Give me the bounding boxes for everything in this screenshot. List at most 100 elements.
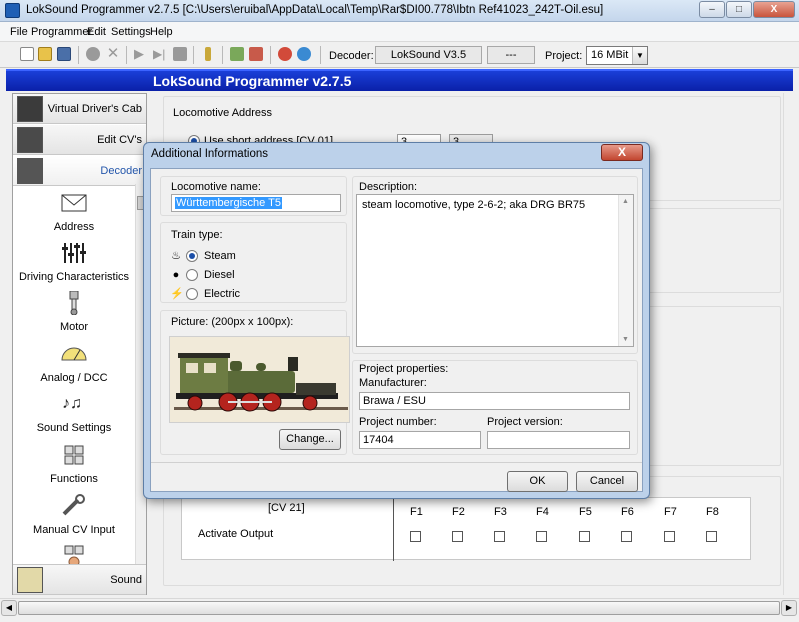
- sliders-icon: [62, 243, 86, 263]
- dialog-title: Additional Informations: [151, 148, 268, 160]
- diesel-label: Diesel: [204, 269, 235, 281]
- sidebar-item-functions[interactable]: Functions: [13, 443, 135, 485]
- connect-icon[interactable]: [278, 47, 292, 61]
- sidebar-edit-cvs[interactable]: Edit CV's: [13, 125, 146, 155]
- step-icon[interactable]: ▶|: [153, 47, 167, 61]
- steam-icon: ♨: [171, 250, 181, 262]
- locomotive-image: [170, 337, 349, 422]
- envelope-icon: [61, 194, 87, 212]
- additional-info-dialog: Additional Informations X Locomotive nam…: [143, 142, 650, 499]
- locomotive-picture: [169, 336, 350, 423]
- steam-label: Steam: [204, 250, 236, 262]
- diesel-radio[interactable]: [186, 269, 198, 281]
- project-size-select[interactable]: 16 MBit ▼: [586, 46, 648, 65]
- menu-bar: File Programmer Edit Settings Help: [0, 22, 799, 42]
- sidebar-item-manual-cv[interactable]: Manual CV Input: [13, 494, 135, 536]
- sidebar-item-analog-dcc[interactable]: Analog / DCC: [13, 342, 135, 384]
- open-folder-icon[interactable]: [38, 47, 52, 61]
- steam-radio[interactable]: [186, 250, 198, 262]
- address-section-title: Locomotive Address: [173, 107, 273, 119]
- f6-header: F6: [621, 506, 634, 518]
- scroll-down-icon[interactable]: ▼: [622, 336, 629, 343]
- cancel-button[interactable]: Cancel: [576, 471, 638, 492]
- play-icon[interactable]: ▶: [134, 47, 148, 61]
- sidebar-item-address[interactable]: Address: [13, 191, 135, 233]
- f5-header: F5: [579, 506, 592, 518]
- manufacturer-label: Manufacturer:: [359, 377, 427, 389]
- f2-checkbox[interactable]: [452, 531, 463, 542]
- wrench-icon: [62, 494, 85, 516]
- description-textarea[interactable]: steam locomotive, type 2-6-2; aka DRG BR…: [356, 194, 634, 347]
- main-scrollbar[interactable]: [783, 93, 795, 595]
- sidebar-label: Sound Settings: [36, 422, 112, 434]
- toolbar-separator: [78, 46, 79, 64]
- f4-checkbox[interactable]: [536, 531, 547, 542]
- menu-edit[interactable]: Edit: [87, 26, 106, 38]
- dialog-body: Locomotive name: Württembergische T5 Tra…: [150, 168, 643, 492]
- f8-checkbox[interactable]: [706, 531, 717, 542]
- sidebar-item-motor[interactable]: Motor: [13, 290, 135, 333]
- motor-icon: [69, 290, 79, 316]
- binary-thumbnail-icon: [17, 127, 43, 153]
- electric-label: Electric: [204, 288, 241, 300]
- project-version-input[interactable]: [487, 431, 630, 449]
- f2-header: F2: [452, 506, 465, 518]
- svg-text:♪♫: ♪♫: [62, 395, 82, 412]
- electric-radio[interactable]: [186, 288, 198, 300]
- menu-settings[interactable]: Settings: [111, 26, 151, 38]
- f5-checkbox[interactable]: [579, 531, 590, 542]
- minimize-button[interactable]: –: [699, 1, 725, 18]
- f1-header: F1: [410, 506, 423, 518]
- ok-button[interactable]: OK: [507, 471, 568, 492]
- project-version-label: Project version:: [487, 416, 563, 428]
- sound-thumbnail-icon: [17, 567, 43, 593]
- sidebar-label: Decoder: [100, 165, 142, 177]
- write-icon[interactable]: [249, 47, 263, 61]
- save-icon[interactable]: [57, 47, 71, 61]
- activate-output-label: Activate Output: [198, 528, 274, 540]
- sidebar-virtual-cab[interactable]: Virtual Driver's Cab: [13, 94, 146, 124]
- read-icon[interactable]: [230, 47, 244, 61]
- stop-sign-icon[interactable]: [86, 47, 100, 61]
- toolbar-separator: [320, 46, 321, 64]
- horizontal-scroll-thumb[interactable]: [18, 601, 780, 615]
- f6-checkbox[interactable]: [621, 531, 632, 542]
- menu-file[interactable]: File: [10, 26, 28, 38]
- sidebar-item-sound-settings[interactable]: ♪♫ Sound Settings: [13, 392, 135, 434]
- scroll-left-icon[interactable]: ◀: [1, 600, 17, 616]
- f7-checkbox[interactable]: [664, 531, 675, 542]
- scroll-right-icon[interactable]: ▶: [781, 600, 797, 616]
- sidebar-decoder[interactable]: Decoder: [13, 156, 146, 186]
- dialog-divider: [151, 462, 642, 463]
- new-file-icon[interactable]: [20, 47, 34, 61]
- f3-checkbox[interactable]: [494, 531, 505, 542]
- f3-header: F3: [494, 506, 507, 518]
- menu-help[interactable]: Help: [150, 26, 173, 38]
- dialog-close-button[interactable]: X: [601, 144, 643, 161]
- sidebar-sound[interactable]: Sound: [13, 564, 146, 595]
- sidebar-label: Edit CV's: [97, 134, 142, 146]
- music-note-icon: ♪♫: [62, 395, 82, 412]
- network-icon[interactable]: [297, 47, 311, 61]
- description-scrollbar[interactable]: ▲ ▼: [618, 195, 633, 346]
- project-number-input[interactable]: 17404: [359, 431, 481, 449]
- sidebar-label: Analog / DCC: [40, 372, 108, 384]
- app-icon: [5, 3, 20, 18]
- sidebar-label: Motor: [59, 321, 89, 333]
- cancel-x-icon[interactable]: ✕: [106, 46, 120, 61]
- menu-programmer[interactable]: Programmer: [31, 26, 92, 38]
- loco-name-input[interactable]: Württembergische T5: [171, 194, 341, 212]
- maximize-button[interactable]: □: [726, 1, 752, 18]
- manufacturer-input[interactable]: Brawa / ESU: [359, 392, 630, 410]
- description-text: steam locomotive, type 2-6-2; aka DRG BR…: [362, 199, 586, 211]
- horizontal-scrollbar[interactable]: ◀ ▶: [0, 598, 799, 616]
- wrench-icon[interactable]: [205, 47, 211, 61]
- sidebar-item-driving[interactable]: Driving Characteristics: [13, 241, 135, 283]
- train-type-group: Train type: ♨ Steam ● Diesel ⚡ Electric: [160, 222, 347, 303]
- stop-icon[interactable]: [173, 47, 187, 61]
- change-picture-button[interactable]: Change...: [279, 429, 341, 450]
- scroll-up-icon[interactable]: ▲: [622, 198, 629, 205]
- close-button[interactable]: X: [753, 1, 795, 18]
- decoder-extra: ---: [487, 46, 535, 64]
- f1-checkbox[interactable]: [410, 531, 421, 542]
